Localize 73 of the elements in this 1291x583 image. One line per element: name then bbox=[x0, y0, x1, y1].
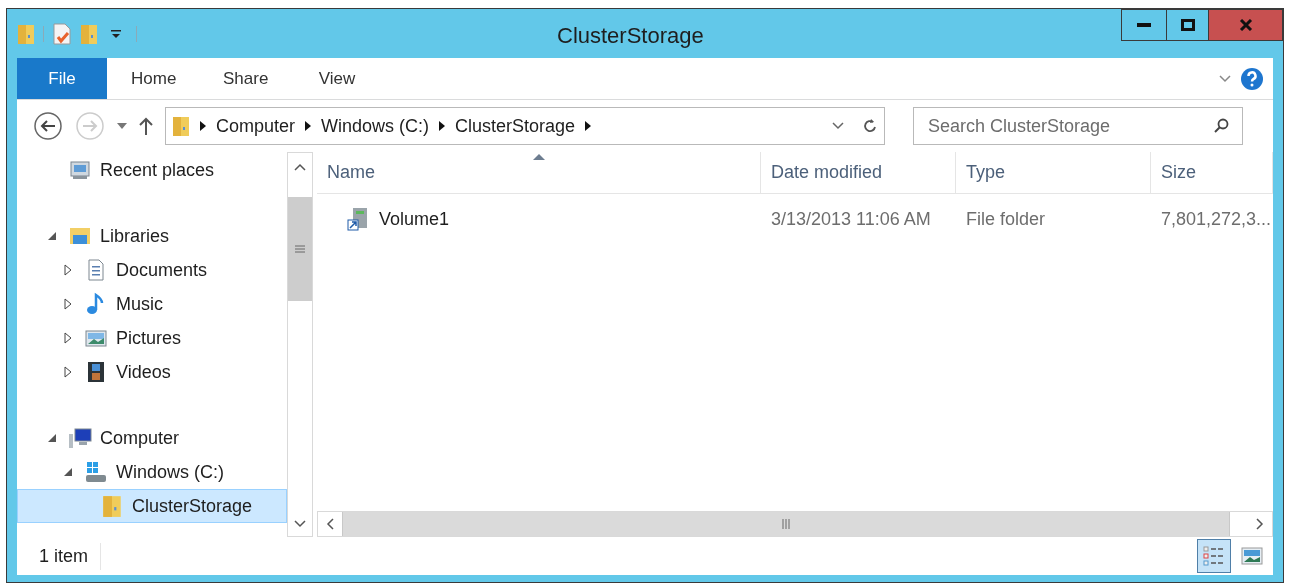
column-header[interactable]: Type bbox=[956, 152, 1151, 193]
collapse-arrow-icon[interactable] bbox=[46, 432, 58, 444]
scroll-up-icon[interactable] bbox=[294, 163, 306, 171]
properties-icon[interactable] bbox=[52, 22, 72, 45]
table-cell[interactable]: Volume1 bbox=[379, 205, 450, 233]
close-icon bbox=[1238, 19, 1253, 31]
recent-locations-caret-icon[interactable] bbox=[117, 123, 127, 129]
maximize-button[interactable] bbox=[1167, 9, 1209, 41]
column-header[interactable]: Date modified bbox=[761, 152, 956, 193]
address-bar[interactable]: Computer Windows (C:) ClusterStorage bbox=[165, 107, 885, 145]
expand-arrow-icon[interactable] bbox=[62, 298, 74, 310]
expand-arrow-icon[interactable] bbox=[62, 366, 74, 378]
tree-item[interactable]: Computer bbox=[17, 421, 287, 455]
table-cell: File folder bbox=[966, 208, 1046, 229]
back-icon[interactable] bbox=[33, 111, 63, 141]
recent-places-icon bbox=[68, 158, 92, 182]
search-icon[interactable] bbox=[1213, 118, 1229, 134]
tree-item[interactable]: Libraries bbox=[17, 219, 287, 253]
close-button[interactable] bbox=[1209, 9, 1283, 41]
breadcrumb[interactable]: ClusterStorage bbox=[455, 112, 576, 140]
tree-item[interactable]: Recent places bbox=[17, 153, 287, 187]
collapse-arrow-icon[interactable] bbox=[46, 230, 58, 242]
customize-toolbar-icon[interactable] bbox=[110, 27, 122, 40]
chevron-down-icon[interactable] bbox=[1219, 74, 1231, 83]
vertical-scrollbar[interactable] bbox=[287, 152, 313, 537]
breadcrumb-arrow-icon[interactable] bbox=[305, 121, 312, 131]
breadcrumb-arrow-icon[interactable] bbox=[200, 121, 206, 131]
tree-item[interactable]: ClusterStorage bbox=[17, 489, 287, 523]
ribbon-tab[interactable]: View bbox=[291, 58, 383, 99]
maximize-icon bbox=[1180, 19, 1195, 31]
expand-arrow-icon[interactable] bbox=[62, 264, 74, 276]
window-title: ClusterStorage bbox=[557, 22, 704, 50]
grip-icon bbox=[782, 519, 790, 529]
ribbon-tab[interactable]: File bbox=[17, 58, 107, 99]
ribbon-tab[interactable]: Home bbox=[107, 58, 199, 99]
up-arrow-icon[interactable] bbox=[139, 117, 153, 135]
grip-icon bbox=[295, 244, 305, 253]
minimize-icon bbox=[1137, 23, 1151, 27]
drive-icon bbox=[84, 460, 108, 484]
scroll-right-icon[interactable] bbox=[1256, 518, 1264, 530]
scroll-down-icon[interactable] bbox=[294, 520, 306, 528]
search-field[interactable]: Search ClusterStorage bbox=[913, 107, 1243, 145]
table-cell: 7,801,272,3... bbox=[1161, 208, 1272, 229]
tree-item[interactable]: Pictures bbox=[17, 321, 287, 355]
details-view-icon bbox=[1203, 545, 1225, 567]
tree-item[interactable]: Music bbox=[17, 287, 287, 321]
breadcrumb-arrow-icon[interactable] bbox=[439, 121, 446, 131]
item-count: 1 item bbox=[39, 542, 102, 570]
breadcrumb[interactable]: Computer bbox=[216, 112, 296, 140]
chevron-down-icon[interactable] bbox=[832, 122, 844, 130]
breadcrumb-arrow-icon[interactable] bbox=[585, 121, 592, 131]
minimize-button[interactable] bbox=[1121, 9, 1167, 41]
column-header[interactable]: Name bbox=[317, 152, 761, 193]
scroll-left-icon[interactable] bbox=[326, 518, 334, 530]
computer-icon bbox=[68, 426, 92, 450]
folder-icon bbox=[172, 115, 190, 137]
tree-item[interactable]: Documents bbox=[17, 253, 287, 287]
refresh-icon[interactable] bbox=[862, 118, 878, 134]
help-icon[interactable] bbox=[1241, 67, 1263, 90]
tree-item[interactable]: Windows (C:) bbox=[17, 455, 287, 489]
collapse-arrow-icon[interactable] bbox=[62, 466, 74, 478]
expand-arrow-icon[interactable] bbox=[62, 332, 74, 344]
column-header[interactable]: Size bbox=[1151, 152, 1273, 193]
folder-icon bbox=[100, 494, 124, 518]
breadcrumb[interactable]: Windows (C:) bbox=[321, 112, 430, 140]
tree-item[interactable]: Videos bbox=[17, 355, 287, 389]
scrollbar-thumb[interactable] bbox=[288, 196, 312, 301]
details-view-button[interactable] bbox=[1197, 539, 1231, 573]
table-cell: 3/13/2013 11:06 AM bbox=[771, 208, 931, 229]
folder-icon bbox=[17, 22, 35, 45]
ribbon-tab[interactable]: Share bbox=[199, 58, 291, 99]
sort-ascending-icon bbox=[532, 154, 545, 160]
large-icons-view-icon bbox=[1241, 545, 1263, 567]
